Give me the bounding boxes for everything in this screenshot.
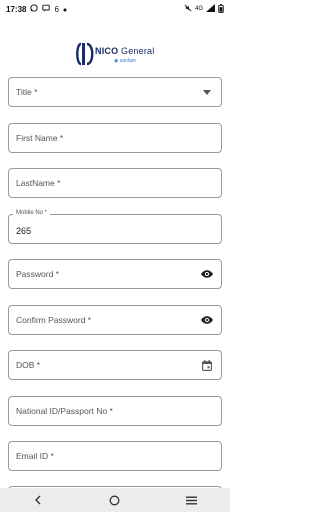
home-icon[interactable]: [105, 490, 125, 510]
mobile-value[interactable]: 265: [16, 226, 31, 236]
logo-sanlam: ◉ sanlam: [114, 58, 136, 64]
national-id-label: National ID/Passport No *: [16, 406, 113, 416]
email-field[interactable]: Email ID *: [8, 441, 222, 471]
eye-icon[interactable]: [200, 313, 214, 327]
mobile-label: Mobile No *: [13, 210, 51, 216]
whatsapp-icon: [30, 4, 39, 14]
notification-count: 6: [54, 4, 59, 14]
first-name-label: First Name *: [16, 133, 64, 143]
confirm-password-label: Confirm Password *: [16, 315, 92, 325]
logo-brand-text: NICO General: [95, 46, 154, 56]
first-name-field[interactable]: First Name *: [8, 123, 222, 153]
status-bar: 17:38 6 4G: [0, 0, 230, 18]
status-right: 4G: [184, 3, 224, 15]
signal-icon: [206, 4, 215, 14]
dot-icon: [63, 5, 67, 14]
dropdown-arrow-icon[interactable]: [200, 85, 214, 99]
title-label: Title *: [16, 87, 38, 97]
sanlam-icon: ◉: [114, 58, 119, 64]
nico-general-logo: NICO General ◉ sanlam: [74, 41, 158, 67]
calendar-icon[interactable]: [200, 358, 214, 372]
password-field[interactable]: Password *: [8, 259, 222, 289]
recents-icon[interactable]: [182, 490, 202, 510]
last-name-label: LastName *: [16, 178, 61, 188]
logo-sanlam-text: sanlam: [119, 58, 136, 64]
password-label: Password *: [16, 269, 59, 279]
status-left: 17:38 6: [6, 4, 67, 14]
battery-icon: [218, 3, 224, 15]
mute-icon: [184, 4, 192, 14]
back-icon[interactable]: [28, 490, 48, 510]
nico-logo-mark-icon: [76, 42, 94, 66]
logo-brand-bold: NICO: [95, 46, 119, 56]
mobile-field[interactable]: Mobile No * 265: [8, 210, 222, 244]
title-select[interactable]: Title *: [8, 77, 222, 107]
dob-field[interactable]: DOB *: [8, 350, 222, 380]
messages-icon: [42, 4, 51, 14]
national-id-field[interactable]: National ID/Passport No *: [8, 396, 222, 426]
eye-icon[interactable]: [200, 267, 214, 281]
last-name-field[interactable]: LastName *: [8, 168, 222, 198]
confirm-password-field[interactable]: Confirm Password *: [8, 305, 222, 335]
email-label: Email ID *: [16, 451, 54, 461]
status-time: 17:38: [6, 4, 27, 14]
network-type: 4G: [194, 6, 203, 12]
system-nav-bar: [0, 488, 230, 512]
dob-label: DOB *: [16, 360, 41, 370]
logo-brand-rest: General: [118, 46, 155, 56]
